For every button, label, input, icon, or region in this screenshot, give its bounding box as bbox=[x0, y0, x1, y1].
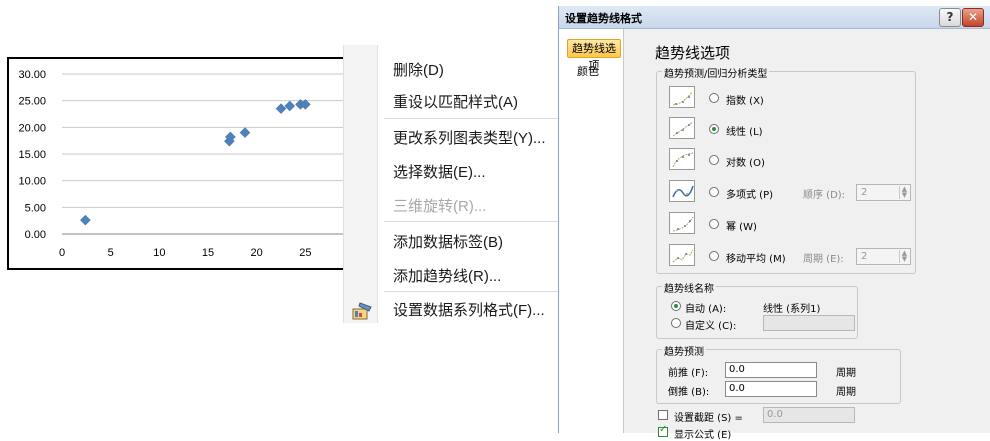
data-point[interactable] bbox=[275, 103, 287, 115]
linear-radio[interactable] bbox=[709, 124, 719, 134]
power-radio[interactable] bbox=[709, 219, 719, 229]
y-tick-label: 20.00 bbox=[18, 122, 46, 134]
logarithmic-icon bbox=[669, 148, 695, 170]
close-button[interactable]: ✕ bbox=[962, 8, 984, 27]
y-tick-label: 15.00 bbox=[18, 149, 46, 161]
name-auto-label: 自动 (A): bbox=[685, 304, 727, 315]
logarithmic-radio[interactable] bbox=[709, 155, 719, 165]
power-icon bbox=[669, 212, 695, 234]
menu-item-add-trendline[interactable]: 添加趋势线(R)... bbox=[393, 265, 501, 286]
menu-item-select-data[interactable]: 选择数据(E)... bbox=[393, 161, 486, 182]
nav-item-line-color[interactable]: 颜色 bbox=[577, 63, 599, 79]
data-point[interactable] bbox=[80, 214, 91, 226]
forward-unit: 周期 bbox=[836, 368, 856, 379]
help-button[interactable]: ? bbox=[939, 8, 961, 27]
x-tick-label: 20 bbox=[251, 247, 263, 259]
period-value: 2 bbox=[861, 251, 868, 262]
linear-label: 线性 (L) bbox=[726, 127, 763, 138]
panel-heading: 趋势线选项 bbox=[655, 44, 731, 62]
data-point[interactable] bbox=[239, 127, 251, 139]
exponential-icon bbox=[669, 86, 695, 108]
menu-item-reset-style[interactable]: 重设以匹配样式(A) bbox=[393, 91, 518, 112]
format-series-icon bbox=[352, 302, 372, 320]
x-tick-label: 0 bbox=[59, 247, 65, 259]
period-label: 周期 (E): bbox=[803, 254, 844, 265]
name-auto-value: 线性 (系列1) bbox=[763, 304, 821, 315]
menu-icon-gutter bbox=[344, 45, 378, 323]
dialog-titlebar[interactable]: 设置趋势线格式 ? ✕ bbox=[559, 6, 990, 29]
backward-input[interactable]: 0.0 bbox=[725, 381, 817, 397]
x-tick-label: 15 bbox=[202, 247, 214, 259]
format-trendline-dialog: 设置趋势线格式 ? ✕ 趋势线选项 颜色 趋势线选项 趋势预测/回归分析类型 指… bbox=[558, 6, 990, 441]
order-value: 2 bbox=[861, 187, 868, 198]
polynomial-label: 多项式 (P) bbox=[726, 190, 774, 201]
x-tick-label: 5 bbox=[108, 247, 114, 259]
display-equation-checkbox[interactable] bbox=[658, 424, 668, 437]
backward-label: 倒推 (B): bbox=[668, 387, 710, 398]
order-spinner: 2 ▲ ▼ bbox=[856, 184, 911, 201]
chart-plot-area[interactable]: 0.00 5.00 10.00 15.00 20.00 25.00 30.00 0 5 10 15 2… bbox=[9, 59, 369, 268]
forecast-group-label: 趋势预测 bbox=[662, 343, 706, 358]
menu-item-3d-rotation: 三维旋转(R)... bbox=[393, 198, 487, 215]
backward-unit: 周期 bbox=[836, 387, 856, 398]
regression-group-label: 趋势预测/回归分析类型 bbox=[662, 65, 770, 80]
polynomial-radio[interactable] bbox=[709, 187, 719, 197]
order-label: 顺序 (D): bbox=[803, 190, 846, 201]
y-tick-label: 5.00 bbox=[25, 202, 46, 214]
name-auto-radio[interactable] bbox=[671, 301, 681, 311]
data-point[interactable] bbox=[284, 100, 296, 112]
name-group-label: 趋势线名称 bbox=[662, 280, 716, 295]
moving-average-icon bbox=[669, 244, 695, 266]
dialog-nav: 趋势线选项 颜色 bbox=[559, 29, 624, 433]
linear-icon bbox=[669, 117, 695, 139]
menu-item-delete[interactable]: 删除(D) bbox=[393, 59, 444, 80]
y-tick-label: 25.00 bbox=[18, 96, 46, 108]
name-custom-label: 自定义 (C): bbox=[685, 321, 737, 332]
power-label: 幂 (W) bbox=[726, 222, 757, 233]
name-custom-radio[interactable] bbox=[671, 318, 681, 328]
forward-label: 前推 (F): bbox=[668, 368, 709, 379]
exponential-radio[interactable] bbox=[709, 93, 719, 103]
polynomial-icon bbox=[669, 180, 695, 202]
y-tick-label: 30.00 bbox=[18, 69, 46, 81]
x-tick-label: 25 bbox=[299, 247, 311, 259]
set-intercept-checkbox[interactable] bbox=[658, 410, 668, 420]
spinner-arrows-icon: ▲ ▼ bbox=[899, 186, 909, 199]
menu-item-add-data-labels[interactable]: 添加数据标签(B) bbox=[393, 231, 503, 252]
display-equation-label: 显示公式 (E) bbox=[674, 430, 732, 441]
dialog-title: 设置趋势线格式 bbox=[565, 12, 642, 25]
moving-average-label: 移动平均 (M) bbox=[726, 254, 786, 265]
menu-item-change-chart-type[interactable]: 更改系列图表类型(Y)... bbox=[393, 127, 546, 148]
logarithmic-label: 对数 (O) bbox=[726, 158, 765, 169]
exponential-label: 指数 (X) bbox=[726, 96, 764, 107]
intercept-input[interactable]: 0.0 bbox=[763, 407, 855, 423]
y-tick-label: 10.00 bbox=[18, 176, 46, 188]
moving-average-radio[interactable] bbox=[709, 251, 719, 261]
scatter-chart[interactable]: 0.00 5.00 10.00 15.00 20.00 25.00 30.00 0 5 10 15 2… bbox=[7, 57, 371, 270]
set-intercept-label: 设置截距 (S) = bbox=[674, 413, 743, 424]
spinner-arrows-icon: ▲ ▼ bbox=[899, 250, 909, 263]
y-tick-label: 0.00 bbox=[25, 229, 46, 241]
x-tick-label: 10 bbox=[153, 247, 165, 259]
name-custom-input[interactable] bbox=[763, 315, 855, 331]
nav-item-trendline-options[interactable]: 趋势线选项 bbox=[567, 39, 621, 72]
forward-input[interactable]: 0.0 bbox=[725, 362, 817, 378]
period-spinner: 2 ▲ ▼ bbox=[856, 248, 911, 265]
menu-item-format-data-series[interactable]: 设置数据系列格式(F)... bbox=[393, 299, 545, 320]
